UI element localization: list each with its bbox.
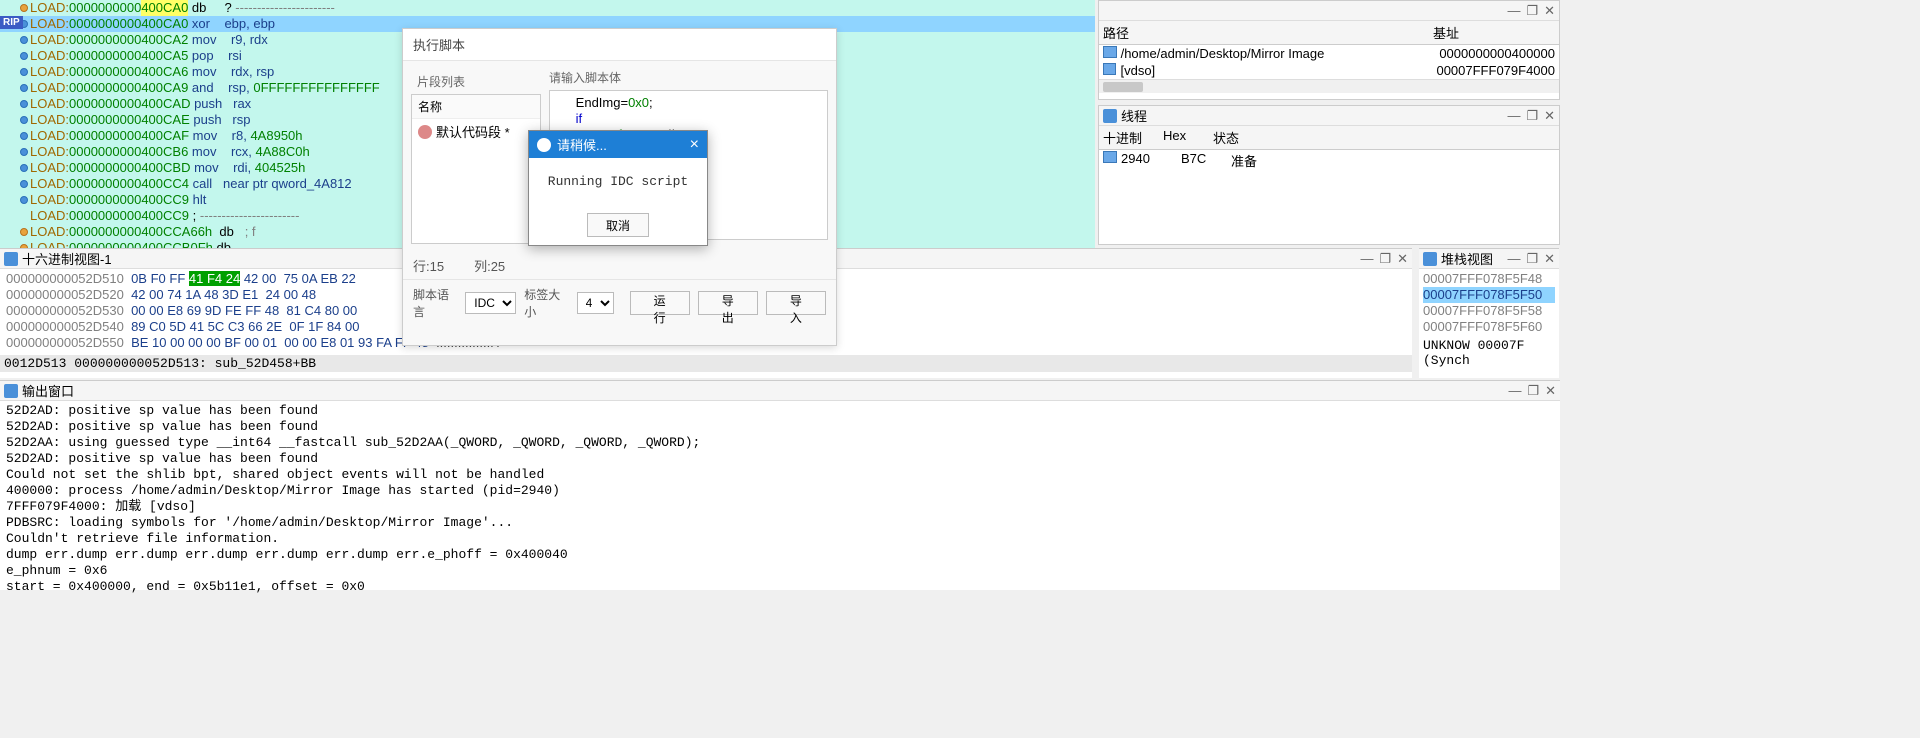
minimize-icon[interactable]: — xyxy=(1507,108,1520,124)
close-icon[interactable]: ✕ xyxy=(1544,108,1555,124)
threads-col-hex[interactable]: Hex xyxy=(1163,128,1213,147)
import-button[interactable]: 导入 xyxy=(766,291,826,315)
close-icon[interactable]: ✕ xyxy=(1544,3,1555,19)
close-icon[interactable]: ✕ xyxy=(1544,251,1555,267)
breakpoint-dot-icon[interactable] xyxy=(20,116,28,124)
breakpoint-dot-icon[interactable] xyxy=(20,196,28,204)
export-button[interactable]: 导出 xyxy=(698,291,758,315)
breakpoint-dot-icon[interactable] xyxy=(20,164,28,172)
maximize-icon[interactable]: ❐ xyxy=(1526,251,1538,267)
stack-view-panel[interactable]: 堆栈视图 — ❐ ✕ 00007FFF078F5F4800007FFF078F5… xyxy=(1419,248,1559,378)
close-icon[interactable]: ✕ xyxy=(1545,383,1556,399)
stack-row[interactable]: 00007FFF078F5F60 xyxy=(1423,319,1555,335)
tab-size-select[interactable]: 4 xyxy=(577,292,614,314)
output-text[interactable]: 52D2AD: positive sp value has been found… xyxy=(0,401,1560,597)
hex-status: 0012D513 000000000052D513: sub_52D458+BB xyxy=(0,355,1412,372)
fragment-list-label: 片段列表 xyxy=(411,69,541,94)
output-panel[interactable]: 输出窗口 — ❐ ✕ 52D2AD: positive sp value has… xyxy=(0,380,1560,590)
minimize-icon[interactable]: — xyxy=(1507,3,1520,19)
hex-icon xyxy=(4,252,18,266)
close-icon[interactable]: ✕ xyxy=(1397,251,1408,267)
module-icon xyxy=(1103,63,1116,75)
modal-close-icon[interactable]: × xyxy=(690,136,699,154)
threads-icon xyxy=(1103,109,1117,123)
thread-row[interactable]: 2940B7C准备 xyxy=(1099,150,1559,171)
fragment-list[interactable]: 名称 默认代码段 * xyxy=(411,94,541,244)
fragment-item[interactable]: 默认代码段 * xyxy=(412,119,540,144)
breakpoint-dot-icon[interactable] xyxy=(20,132,28,140)
breakpoint-dot-icon[interactable] xyxy=(20,180,28,188)
stack-row[interactable]: 00007FFF078F5F58 xyxy=(1423,303,1555,319)
modules-panel[interactable]: — ❐ ✕ 路径 基址 /home/admin/Desktop/Mirror I… xyxy=(1098,0,1560,100)
cancel-button[interactable]: 取消 xyxy=(587,213,649,237)
minimize-icon[interactable]: — xyxy=(1507,251,1520,267)
modal-title: 请稍候... xyxy=(557,135,607,154)
rip-indicator: RIP xyxy=(0,16,23,29)
cursor-col: 列:25 xyxy=(474,256,505,275)
maximize-icon[interactable]: ❐ xyxy=(1526,3,1538,19)
threads-col-state[interactable]: 状态 xyxy=(1213,128,1555,147)
module-row[interactable]: /home/admin/Desktop/Mirror Image00000000… xyxy=(1099,45,1559,62)
fragment-icon xyxy=(418,125,432,139)
module-icon xyxy=(1103,46,1117,58)
threads-panel[interactable]: 线程 — ❐ ✕ 十进制 Hex 状态 2940B7C准备 xyxy=(1098,105,1560,245)
breakpoint-dot-icon[interactable] xyxy=(20,68,28,76)
script-lang-select[interactable]: IDC xyxy=(465,292,516,314)
breakpoint-dot-icon[interactable] xyxy=(20,100,28,108)
breakpoint-dot-icon[interactable] xyxy=(20,84,28,92)
stack-row[interactable]: 00007FFF078F5F50 xyxy=(1423,287,1555,303)
thread-icon xyxy=(1103,151,1117,163)
hex-view-title: 十六进制视图-1 xyxy=(22,249,112,268)
modules-col-path[interactable]: 路径 xyxy=(1103,23,1433,42)
minimize-icon[interactable]: — xyxy=(1508,383,1521,399)
threads-title-bar: 线程 — ❐ ✕ xyxy=(1099,106,1559,126)
output-icon xyxy=(4,384,18,398)
script-dialog-title[interactable]: 执行脚本 xyxy=(403,29,836,61)
maximize-icon[interactable]: ❐ xyxy=(1526,108,1538,124)
data-dot-icon[interactable] xyxy=(20,4,28,12)
modal-icon xyxy=(537,138,551,152)
cursor-row: 行:15 xyxy=(413,256,444,275)
maximize-icon[interactable]: ❐ xyxy=(1527,383,1539,399)
data-dot-icon[interactable] xyxy=(20,228,28,236)
module-row[interactable]: [vdso]00007FFF079F4000 xyxy=(1099,62,1559,79)
modules-title-bar: — ❐ ✕ xyxy=(1099,1,1559,21)
fragment-col-name[interactable]: 名称 xyxy=(412,95,540,119)
script-lang-label: 脚本语言 xyxy=(413,286,457,320)
breakpoint-dot-icon[interactable] xyxy=(20,36,28,44)
stack-row[interactable]: 00007FFF078F5F48 xyxy=(1423,271,1555,287)
tab-size-label: 标签大小 xyxy=(524,286,568,320)
stack-icon xyxy=(1423,252,1437,266)
script-body-label: 请输入脚本体 xyxy=(549,69,828,86)
threads-title: 线程 xyxy=(1121,106,1147,125)
modal-message: Running IDC script xyxy=(529,158,707,205)
run-button[interactable]: 运行 xyxy=(630,291,690,315)
stack-footer: UNKNOW 00007F (Synch xyxy=(1419,337,1559,369)
asm-line[interactable]: LOAD:0000000000400CA0 db ? -------------… xyxy=(0,0,1095,16)
please-wait-dialog: 请稍候... × Running IDC script 取消 xyxy=(528,130,708,246)
output-title: 输出窗口 xyxy=(22,381,74,400)
breakpoint-dot-icon[interactable] xyxy=(20,148,28,156)
modules-col-base[interactable]: 基址 xyxy=(1433,23,1555,42)
threads-col-dec[interactable]: 十进制 xyxy=(1103,128,1163,147)
stack-title: 堆栈视图 xyxy=(1441,249,1493,268)
modal-title-bar[interactable]: 请稍候... × xyxy=(529,131,707,158)
breakpoint-dot-icon[interactable] xyxy=(20,52,28,60)
minimize-icon[interactable]: — xyxy=(1360,251,1373,267)
modules-scrollbar[interactable] xyxy=(1099,79,1559,93)
maximize-icon[interactable]: ❐ xyxy=(1379,251,1391,267)
